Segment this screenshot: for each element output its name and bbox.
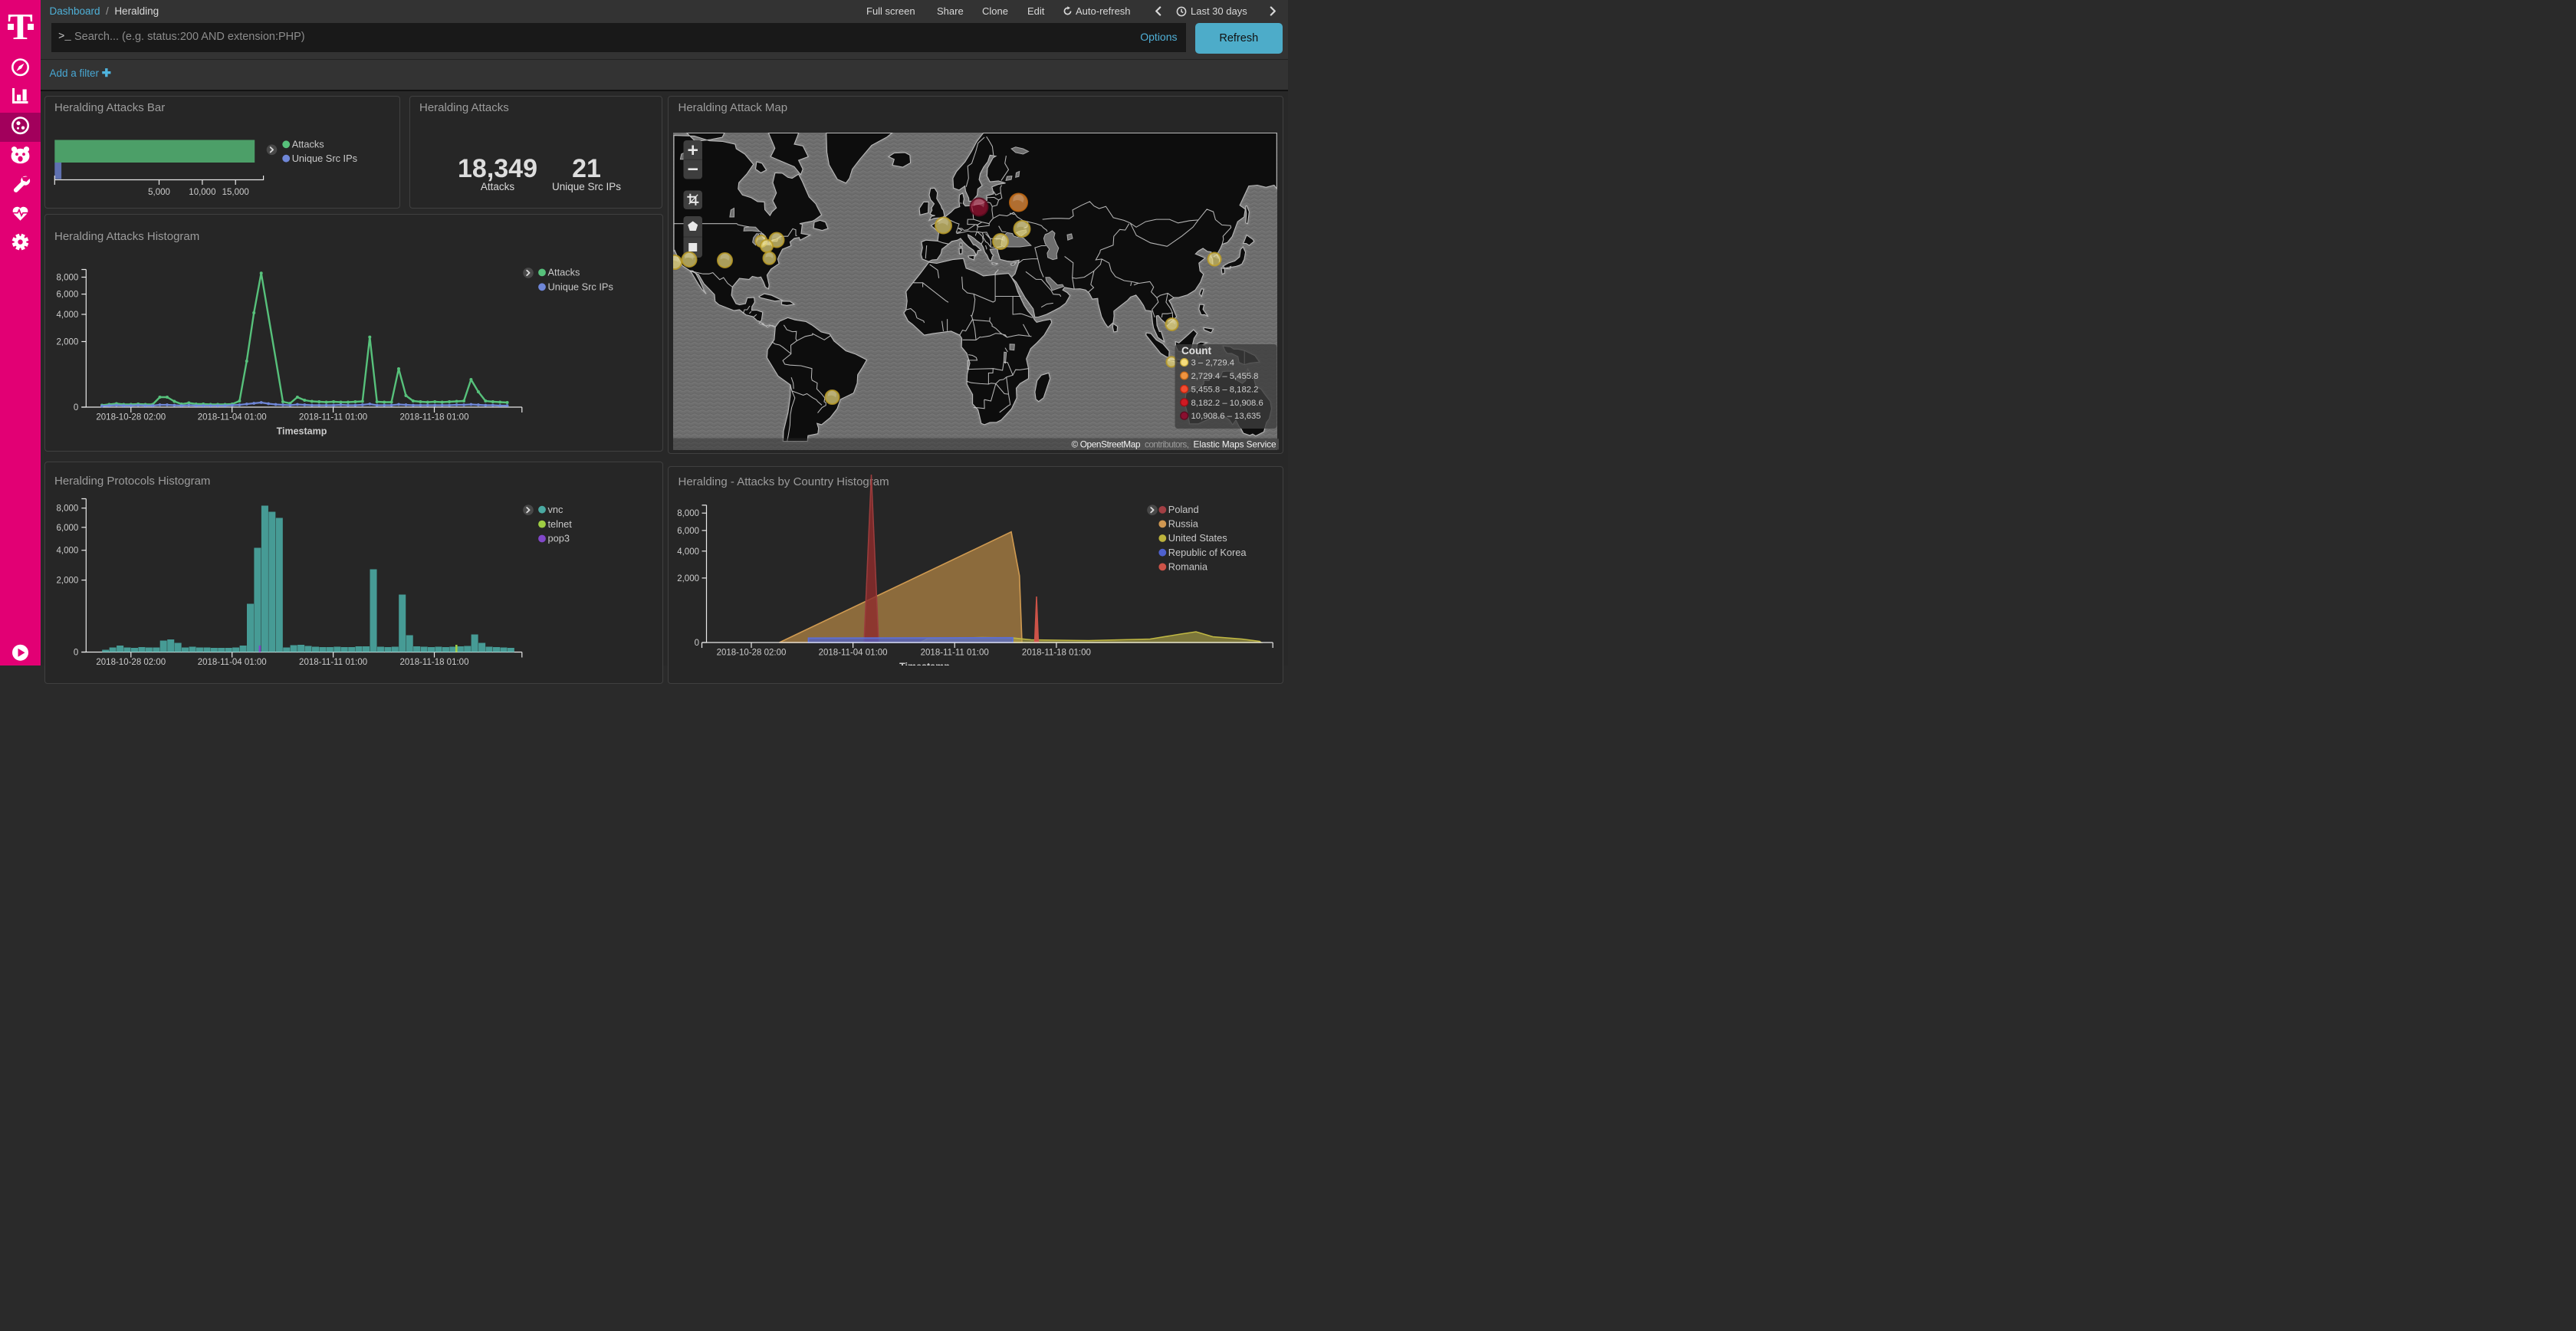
- svg-text:8,000: 8,000: [57, 504, 79, 514]
- svg-text:Russia: Russia: [1168, 518, 1199, 530]
- svg-text:2,729.4 – 5,455.8: 2,729.4 – 5,455.8: [1191, 372, 1259, 381]
- svg-text:Poland: Poland: [1168, 504, 1199, 515]
- svg-text:10,000: 10,000: [189, 188, 215, 197]
- svg-text:6,000: 6,000: [677, 527, 699, 536]
- svg-text:2018-10-28 02:00: 2018-10-28 02:00: [717, 649, 787, 658]
- svg-text:8,182.2 – 10,908.6: 8,182.2 – 10,908.6: [1191, 399, 1263, 408]
- svg-text:Timestamp: Timestamp: [899, 662, 950, 666]
- svg-text:Romania: Romania: [1168, 561, 1208, 573]
- svg-text:4,000: 4,000: [57, 547, 79, 556]
- svg-text:0: 0: [74, 649, 78, 658]
- svg-text:2018-11-18 01:00: 2018-11-18 01:00: [1022, 649, 1091, 658]
- svg-text:4,000: 4,000: [57, 311, 79, 320]
- svg-text:0: 0: [74, 403, 78, 412]
- svg-text:contributors,: contributors,: [1145, 439, 1189, 449]
- svg-text:8,000: 8,000: [57, 274, 79, 283]
- svg-text:2018-11-18 01:00: 2018-11-18 01:00: [400, 658, 469, 666]
- svg-text:2,000: 2,000: [677, 574, 699, 583]
- svg-text:© OpenStreetMap: © OpenStreetMap: [1072, 439, 1141, 449]
- svg-text:2018-11-11 01:00: 2018-11-11 01:00: [299, 413, 367, 422]
- svg-text:Unique Src IPs: Unique Src IPs: [548, 281, 613, 293]
- svg-text:Timestamp: Timestamp: [277, 426, 327, 437]
- svg-text:6,000: 6,000: [57, 524, 79, 533]
- svg-text:2018-11-11 01:00: 2018-11-11 01:00: [921, 649, 989, 658]
- svg-text:5,455.8 – 8,182.2: 5,455.8 – 8,182.2: [1191, 385, 1259, 394]
- svg-text:telnet: telnet: [548, 518, 573, 530]
- svg-text:2018-11-04 01:00: 2018-11-04 01:00: [198, 413, 267, 422]
- svg-text:8,000: 8,000: [677, 509, 699, 518]
- svg-text:2018-11-04 01:00: 2018-11-04 01:00: [198, 658, 267, 666]
- svg-text:2018-11-18 01:00: 2018-11-18 01:00: [400, 413, 469, 422]
- svg-text:10,908.6 – 13,635: 10,908.6 – 13,635: [1191, 412, 1261, 421]
- svg-text:2018-11-11 01:00: 2018-11-11 01:00: [299, 658, 367, 666]
- svg-text:pop3: pop3: [548, 533, 570, 544]
- svg-text:5,000: 5,000: [148, 188, 170, 197]
- svg-text:Attacks: Attacks: [292, 139, 324, 150]
- svg-text:2018-10-28 02:00: 2018-10-28 02:00: [96, 658, 166, 666]
- svg-text:2018-10-28 02:00: 2018-10-28 02:00: [96, 413, 166, 422]
- svg-text:6,000: 6,000: [57, 291, 79, 300]
- svg-text:Elastic Maps Service: Elastic Maps Service: [1194, 439, 1276, 449]
- svg-text:15,000: 15,000: [222, 188, 249, 197]
- svg-text:2018-11-04 01:00: 2018-11-04 01:00: [819, 649, 888, 658]
- svg-text:Unique Src IPs: Unique Src IPs: [292, 153, 357, 164]
- svg-text:Count: Count: [1181, 345, 1211, 357]
- svg-text:3 – 2,729.4: 3 – 2,729.4: [1191, 359, 1235, 368]
- svg-text:Republic of Korea: Republic of Korea: [1168, 547, 1247, 558]
- svg-text:2,000: 2,000: [57, 338, 79, 347]
- svg-text:United States: United States: [1168, 532, 1227, 544]
- svg-text:2,000: 2,000: [57, 577, 79, 586]
- svg-text:4,000: 4,000: [677, 547, 699, 557]
- svg-text:0: 0: [695, 639, 699, 648]
- svg-text:vnc: vnc: [548, 504, 564, 515]
- svg-text:Attacks: Attacks: [548, 267, 580, 278]
